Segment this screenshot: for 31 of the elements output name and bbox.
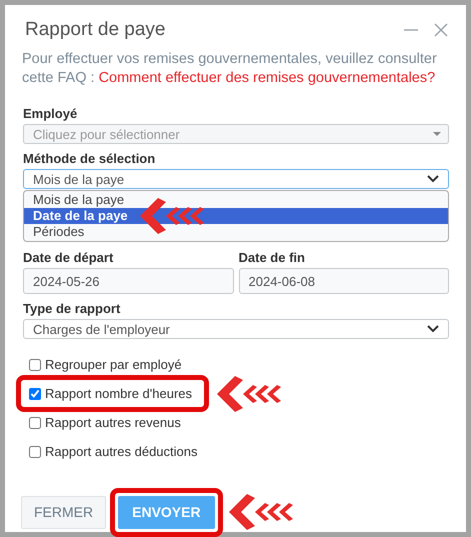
dropdown-option[interactable]: Mois de la paye (24, 192, 448, 208)
arrow-drawing (140, 196, 204, 236)
dropdown-option[interactable]: Date de la paye (24, 208, 448, 224)
method-select[interactable]: Mois de la paye (23, 169, 449, 189)
start-date-field[interactable]: 2024-05-26 (23, 268, 234, 294)
chevron-down-icon (427, 175, 439, 183)
checkbox-label: Rapport autres déductions (45, 444, 198, 459)
chevron-down-icon (427, 325, 439, 333)
field-label: Employé (23, 106, 78, 121)
field-label: Méthode de sélection (23, 151, 156, 166)
checkbox-label: Rapport nombre d'heures (45, 386, 192, 401)
close-icon[interactable] (433, 22, 449, 38)
arrow-drawing (228, 492, 293, 532)
secondary-button[interactable]: FERMER (21, 496, 106, 528)
checkbox[interactable] (29, 388, 41, 400)
intro-text: Pour effectuer vos remises gouvernementales, veuillez consulter cette FAQ : Comment effectuer des remises gouvernementales? (22, 50, 438, 88)
end-date-field[interactable]: 2024-06-08 (238, 268, 449, 294)
checkbox[interactable] (29, 416, 41, 428)
caret-icon (433, 132, 441, 136)
field-label: Type de rapport (23, 301, 122, 316)
dropdown-option[interactable]: Périodes (24, 224, 448, 240)
dialog-title: Rapport de paye (25, 19, 166, 41)
checkbox-label: Regrouper par employé (45, 357, 182, 372)
faq-link[interactable]: Comment effectuer des remises gouvernementales? (98, 70, 436, 86)
checkbox[interactable] (29, 446, 41, 458)
report-type-select[interactable]: Charges de l'employeur (23, 319, 449, 339)
field-label: Date de fin (238, 250, 306, 265)
checkbox[interactable] (29, 358, 41, 370)
field-label: Date de départ (23, 250, 114, 265)
checkbox-label: Rapport autres revenus (45, 415, 181, 430)
arrow-drawing (217, 374, 282, 414)
